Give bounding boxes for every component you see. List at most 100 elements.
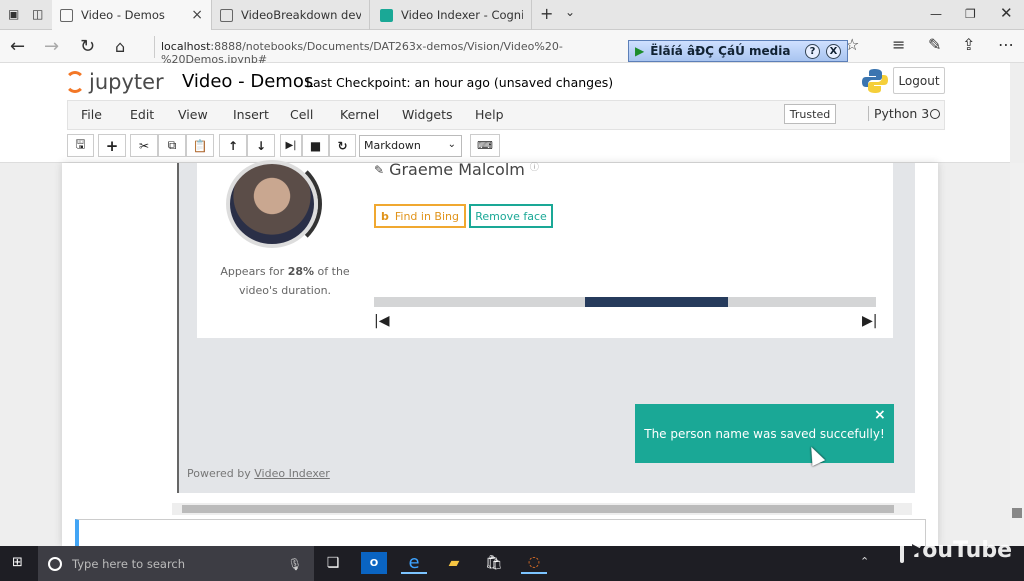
cortana-icon (48, 556, 62, 571)
minimize-icon[interactable]: — (930, 7, 942, 21)
tab-title: VideoBreakdown developer (241, 8, 361, 22)
avatar (226, 160, 318, 248)
play-icon: ▶ (635, 44, 645, 58)
insert-cell-icon[interactable]: + (98, 134, 126, 157)
paste-icon[interactable]: 📋 (186, 134, 214, 157)
tab-video-demos[interactable]: Video - Demos × (52, 0, 212, 30)
video-indexer-link[interactable]: Video Indexer (254, 467, 330, 480)
find-in-bing-button[interactable]: b Find in Bing (374, 204, 466, 228)
next-appearance-icon[interactable]: ▶| (862, 313, 877, 329)
menu-view[interactable]: View (178, 107, 208, 122)
tab-title: Video - Demos (81, 8, 165, 22)
appears-percent: 28% (287, 265, 315, 278)
media-extension-bar[interactable]: ▶ Ëlãíá âÐÇ ÇáÚ media ? X (628, 40, 848, 62)
menu-widgets[interactable]: Widgets (402, 107, 453, 122)
microphone-icon[interactable]: 🎙 (287, 557, 302, 571)
close-icon[interactable]: X (826, 43, 841, 59)
menu-help[interactable]: Help (475, 107, 504, 122)
youtube-text: YouTube (908, 537, 1012, 563)
close-tab-icon[interactable]: × (191, 7, 203, 23)
page-icon (220, 8, 233, 22)
vertical-scrollbar[interactable] (1010, 163, 1024, 546)
toast-message: The person name was saved succefully! (644, 426, 885, 441)
kernel-name[interactable]: Python 3 (868, 106, 929, 121)
task-view-icon[interactable]: ❏ (320, 552, 346, 574)
close-window-icon[interactable]: ✕ (1000, 4, 1013, 22)
keyboard-icon[interactable]: ⌨ (470, 134, 500, 157)
browser-tab-bar: ▣ ◫ Video - Demos × VideoBreakdown devel… (0, 0, 1024, 30)
menu-kernel[interactable]: Kernel (340, 107, 379, 122)
edge-icon[interactable]: e (401, 552, 427, 574)
person-name-text: Graeme Malcolm (389, 160, 525, 179)
file-explorer-icon[interactable]: ▰ (441, 552, 467, 574)
tab-video-indexer[interactable]: Video Indexer - Cognitive V (372, 0, 532, 30)
youtube-watermark: YouTube (900, 533, 1012, 567)
video-indexer-icon (380, 8, 393, 22)
powered-by-prefix: Powered by (187, 467, 255, 480)
address-bar-row: ← → ↻ ⌂ localhost:8888/notebooks/Documen… (0, 30, 1024, 66)
tab-preview-chevron-icon[interactable]: ⌄ (565, 5, 575, 19)
stop-icon[interactable]: ■ (302, 134, 329, 157)
pen-icon[interactable]: ✎ (928, 35, 941, 54)
set-aside-tabs-icon[interactable]: ◫ (32, 7, 43, 21)
forward-icon[interactable]: → (44, 36, 59, 57)
logo-text: jupyter (89, 70, 164, 94)
timeline-segment[interactable] (584, 297, 728, 307)
info-icon[interactable]: ⓘ (530, 160, 539, 173)
menu-file[interactable]: File (81, 107, 102, 122)
notebook-title[interactable]: Video - Demos (182, 71, 313, 92)
cell-type-select[interactable]: Markdown ⌄ (359, 135, 462, 157)
url-host: localhost (161, 40, 211, 53)
cut-icon[interactable]: ✂ (130, 134, 158, 157)
vertical-scroll-thumb[interactable] (1012, 508, 1022, 518)
tab-videobreakdown[interactable]: VideoBreakdown developer (212, 0, 370, 30)
refresh-icon[interactable]: ↻ (80, 36, 95, 57)
appearance-timeline[interactable] (374, 297, 876, 307)
logout-button[interactable]: Logout (893, 67, 945, 94)
person-name[interactable]: ✎ Graeme Malcolm ⓘ (374, 160, 539, 179)
cell-type-value: Markdown (364, 139, 421, 152)
copy-icon[interactable]: ⧉ (158, 134, 186, 157)
hub-icon[interactable]: ≡ (892, 35, 905, 54)
system-tray[interactable]: ⌃ (860, 555, 869, 568)
powered-by: Powered by Video Indexer (187, 467, 330, 480)
page-icon (60, 8, 73, 22)
store-icon[interactable]: 🛍 (481, 552, 507, 574)
help-icon[interactable]: ? (805, 43, 820, 59)
new-tab-icon[interactable]: + (540, 4, 553, 23)
more-icon[interactable]: ⋯ (998, 35, 1014, 54)
jupyter-taskbar-icon[interactable]: ◌ (521, 552, 547, 574)
horizontal-scroll-thumb[interactable] (182, 505, 894, 513)
url-field[interactable]: localhost:8888/notebooks/Documents/DAT26… (154, 36, 624, 66)
find-in-bing-label: Find in Bing (394, 209, 459, 223)
jupyter-logo-icon (65, 71, 85, 93)
share-icon[interactable]: ⇪ (962, 35, 975, 54)
run-icon[interactable]: ▶| (280, 134, 302, 157)
move-down-icon[interactable]: ↓ (247, 134, 275, 157)
taskbar-search[interactable]: Type here to search 🎙 (38, 546, 314, 581)
edit-pencil-icon[interactable]: ✎ (374, 163, 384, 177)
outlook-icon[interactable]: O (361, 552, 387, 574)
next-cell[interactable] (75, 519, 926, 547)
jupyter-logo[interactable]: jupyter (65, 67, 164, 97)
windows-start-icon[interactable]: ⊞ (12, 555, 26, 570)
move-up-icon[interactable]: ↑ (219, 134, 247, 157)
trusted-indicator[interactable]: Trusted (784, 104, 836, 124)
extension-label: Ëlãíá âÐÇ ÇáÚ media (650, 44, 791, 58)
save-icon[interactable]: 🖫 (67, 134, 94, 157)
menu-cell[interactable]: Cell (290, 107, 313, 122)
remove-face-button[interactable]: Remove face (469, 204, 553, 228)
checkpoint-status: Last Checkpoint: an hour ago (unsaved ch… (306, 75, 614, 90)
restart-icon[interactable]: ↻ (329, 134, 356, 157)
tab-manager-icon[interactable]: ▣ (8, 7, 19, 21)
kernel-status-icon (930, 109, 940, 119)
maximize-icon[interactable]: ❐ (965, 7, 976, 21)
menu-edit[interactable]: Edit (130, 107, 154, 122)
home-icon[interactable]: ⌂ (115, 37, 125, 56)
menu-insert[interactable]: Insert (233, 107, 269, 122)
bing-icon: b (381, 209, 389, 223)
back-icon[interactable]: ← (10, 36, 25, 57)
search-placeholder: Type here to search (72, 556, 186, 571)
previous-appearance-icon[interactable]: |◀ (374, 313, 389, 329)
close-icon[interactable]: × (874, 407, 886, 423)
